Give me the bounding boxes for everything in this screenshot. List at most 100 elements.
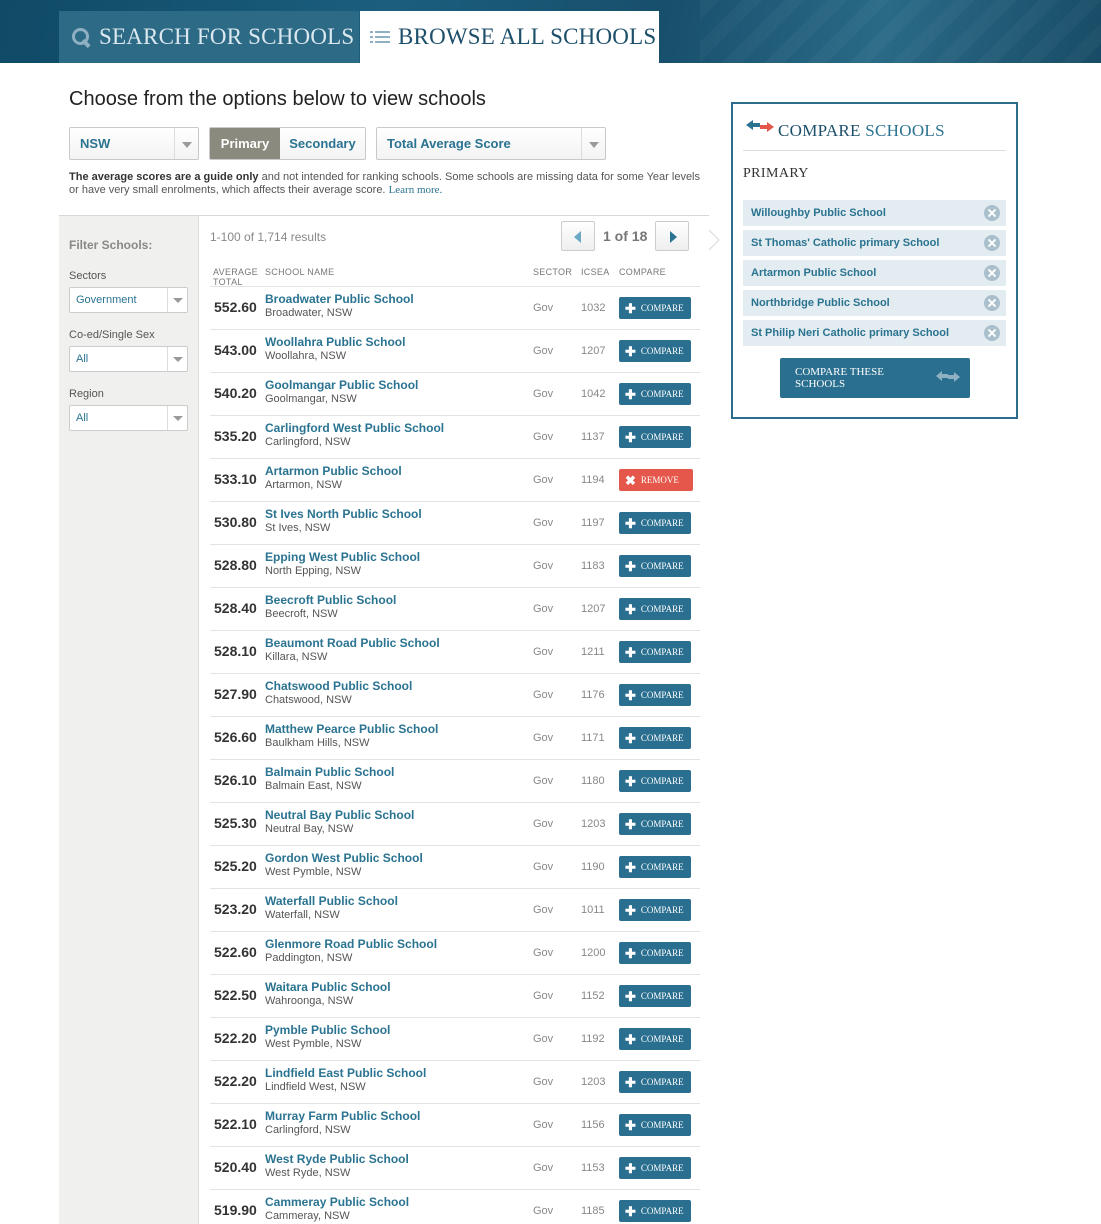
score-type-select[interactable]: Total Average Score bbox=[376, 127, 606, 160]
school-name-link[interactable]: Pymble Public School bbox=[265, 1023, 390, 1037]
school-name-link[interactable]: Epping West Public School bbox=[265, 550, 420, 564]
table-row: 525.30 Neutral Bay Public School Neutral B… bbox=[210, 802, 700, 845]
school-name-link[interactable]: Beaumont Road Public School bbox=[265, 636, 440, 650]
table-row: 526.60 Matthew Pearce Public School Baulkh… bbox=[210, 716, 700, 759]
compare-button[interactable]: ✚ COMPARE bbox=[619, 641, 691, 663]
remove-item-icon[interactable] bbox=[984, 235, 1000, 251]
previous-page-button[interactable] bbox=[561, 221, 595, 251]
school-sector: Gov bbox=[533, 1033, 554, 1045]
school-sector: Gov bbox=[533, 775, 554, 787]
remove-item-icon[interactable] bbox=[984, 265, 1000, 281]
button-label: COMPARE bbox=[640, 1206, 684, 1216]
school-name-link[interactable]: Goolmangar Public School bbox=[265, 378, 418, 392]
compare-button[interactable]: ✚ COMPARE bbox=[619, 813, 691, 835]
school-sector: Gov bbox=[533, 517, 554, 529]
column-header-sector[interactable]: SECTOR bbox=[533, 267, 572, 277]
compare-button[interactable]: ✚ COMPARE bbox=[619, 727, 691, 749]
compare-button[interactable]: ✚ COMPARE bbox=[619, 598, 691, 620]
school-location: West Pymble, NSW bbox=[265, 1038, 362, 1050]
region-select[interactable]: All bbox=[69, 405, 188, 431]
chevron-down-icon bbox=[167, 406, 187, 430]
average-score: 526.60 bbox=[214, 729, 257, 745]
table-row: 526.10 Balmain Public School Balmain East,… bbox=[210, 759, 700, 802]
search-icon bbox=[71, 27, 91, 47]
column-header-school-name[interactable]: SCHOOL NAME bbox=[265, 267, 334, 277]
compare-button[interactable]: ✚ COMPARE bbox=[619, 383, 691, 405]
compare-button[interactable]: ✚ COMPARE bbox=[619, 899, 691, 921]
compare-button[interactable]: ✚ COMPARE bbox=[619, 684, 691, 706]
plus-icon: ✚ bbox=[625, 601, 636, 617]
school-name-link[interactable]: Waitara Public School bbox=[265, 980, 391, 994]
state-select[interactable]: NSW bbox=[69, 127, 199, 160]
coed-select[interactable]: All bbox=[69, 346, 188, 372]
school-name-link[interactable]: Balmain Public School bbox=[265, 765, 394, 779]
compare-button[interactable]: ✚ COMPARE bbox=[619, 426, 691, 448]
school-name-link[interactable]: Glenmore Road Public School bbox=[265, 937, 437, 951]
school-name-link[interactable]: Woollahra Public School bbox=[265, 335, 405, 349]
plus-icon: ✚ bbox=[625, 902, 636, 918]
next-page-button[interactable] bbox=[655, 221, 689, 251]
sectors-select[interactable]: Government bbox=[69, 287, 188, 313]
table-row: 522.50 Waitara Public School Wahroonga, NS… bbox=[210, 974, 700, 1017]
remove-item-icon[interactable] bbox=[984, 325, 1000, 341]
compare-button[interactable]: ✚ COMPARE bbox=[619, 1071, 691, 1093]
school-name-link[interactable]: Broadwater Public School bbox=[265, 292, 414, 306]
school-name-link[interactable]: West Ryde Public School bbox=[265, 1152, 409, 1166]
compare-these-schools-button[interactable]: COMPARE THESE SCHOOLS bbox=[780, 358, 970, 398]
compare-button[interactable]: ✚ COMPARE bbox=[619, 1157, 691, 1179]
button-label: COMPARE bbox=[640, 518, 684, 528]
compare-button[interactable]: ✚ COMPARE bbox=[619, 985, 691, 1007]
column-header-average-total[interactable]: AVERAGE TOTAL bbox=[213, 267, 258, 287]
compare-button[interactable]: ✚ COMPARE bbox=[619, 942, 691, 964]
average-score: 522.20 bbox=[214, 1073, 257, 1089]
primary-toggle-button[interactable]: Primary bbox=[210, 128, 280, 159]
compare-list-item: St Thomas' Catholic primary School bbox=[743, 230, 1006, 256]
school-name-link[interactable]: St Ives North Public School bbox=[265, 507, 422, 521]
compare-button[interactable]: ✚ COMPARE bbox=[619, 856, 691, 878]
compare-button[interactable]: ✚ COMPARE bbox=[619, 297, 691, 319]
compare-button[interactable]: ✚ COMPARE bbox=[619, 555, 691, 577]
school-name-link[interactable]: Cammeray Public School bbox=[265, 1195, 409, 1209]
school-name-link[interactable]: Matthew Pearce Public School bbox=[265, 722, 438, 736]
compare-button[interactable]: ✚ COMPARE bbox=[619, 1114, 691, 1136]
secondary-toggle-button[interactable]: Secondary bbox=[280, 128, 365, 159]
tab-browse-all-schools[interactable]: BROWSE ALL SCHOOLS bbox=[360, 11, 659, 63]
region-select-value: All bbox=[76, 412, 89, 424]
table-row: 519.90 Cammeray Public School Cammeray, NS… bbox=[210, 1189, 700, 1224]
compare-button[interactable]: ✚ COMPARE bbox=[619, 512, 691, 534]
remove-button[interactable]: ✖ REMOVE bbox=[619, 469, 693, 491]
tab-browse-label: BROWSE ALL SCHOOLS bbox=[398, 24, 657, 49]
compare-list-item: Artarmon Public School bbox=[743, 260, 1006, 286]
button-label: COMPARE bbox=[640, 948, 684, 958]
filter-title: Filter Schools: bbox=[69, 238, 153, 252]
plus-icon: ✚ bbox=[625, 816, 636, 832]
table-row: 528.10 Beaumont Road Public School Killara… bbox=[210, 630, 700, 673]
compare-button[interactable]: ✚ COMPARE bbox=[619, 770, 691, 792]
compare-button[interactable]: ✚ COMPARE bbox=[619, 1028, 691, 1050]
school-name-link[interactable]: Murray Farm Public School bbox=[265, 1109, 420, 1123]
school-name-link[interactable]: Beecroft Public School bbox=[265, 593, 396, 607]
school-name-link[interactable]: Artarmon Public School bbox=[265, 464, 402, 478]
compare-list-item: Northbridge Public School bbox=[743, 290, 1006, 316]
school-name-link[interactable]: Waterfall Public School bbox=[265, 894, 398, 908]
plus-icon: ✚ bbox=[625, 300, 636, 316]
school-icsea: 1197 bbox=[581, 517, 605, 529]
button-label: COMPARE bbox=[640, 776, 684, 786]
tab-search-for-schools[interactable]: SEARCH FOR SCHOOLS bbox=[59, 11, 359, 63]
school-name-link[interactable]: Carlingford West Public School bbox=[265, 421, 444, 435]
school-name-link[interactable]: Lindfield East Public School bbox=[265, 1066, 426, 1080]
compare-button[interactable]: ✚ COMPARE bbox=[619, 1200, 691, 1222]
school-name-link[interactable]: Neutral Bay Public School bbox=[265, 808, 414, 822]
learn-more-link[interactable]: Learn more. bbox=[389, 184, 443, 196]
column-header-compare: COMPARE bbox=[619, 267, 666, 277]
school-name-link[interactable]: Chatswood Public School bbox=[265, 679, 412, 693]
remove-item-icon[interactable] bbox=[984, 295, 1000, 311]
remove-item-icon[interactable] bbox=[984, 205, 1000, 221]
plus-icon: ✚ bbox=[625, 1117, 636, 1133]
button-label: COMPARE bbox=[640, 905, 684, 915]
school-name-link[interactable]: Gordon West Public School bbox=[265, 851, 423, 865]
column-header-icsea[interactable]: ICSEA bbox=[581, 267, 610, 277]
school-location: West Pymble, NSW bbox=[265, 866, 362, 878]
compare-button[interactable]: ✚ COMPARE bbox=[619, 340, 691, 362]
plus-icon: ✚ bbox=[625, 558, 636, 574]
